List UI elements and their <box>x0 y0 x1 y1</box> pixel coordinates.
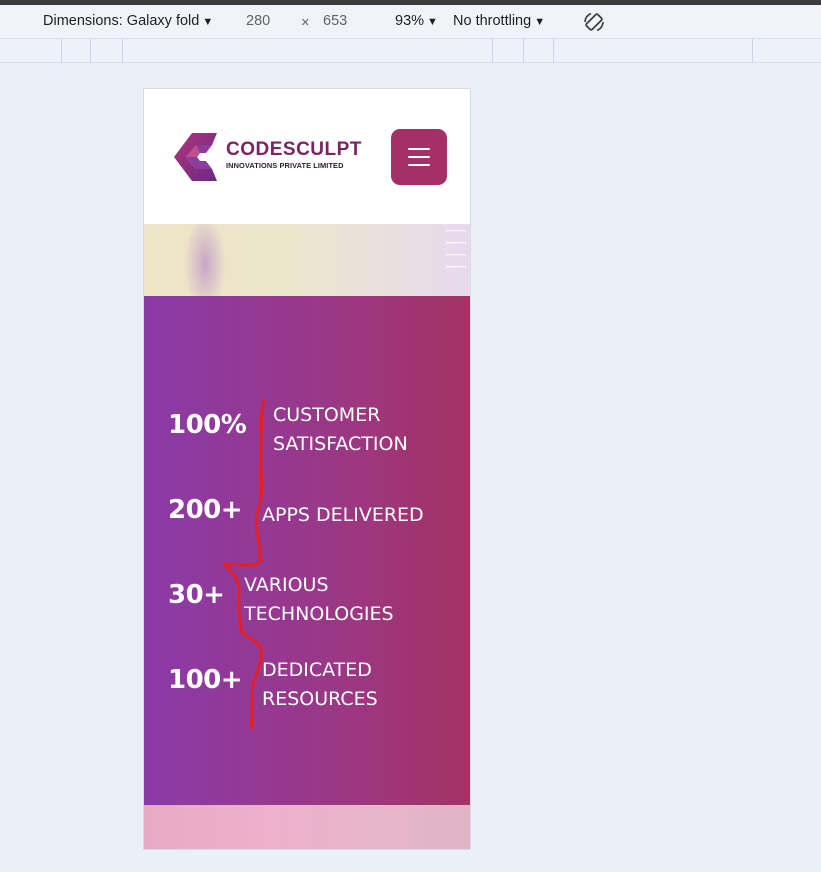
media-query-marker[interactable] <box>553 39 554 62</box>
hamburger-menu-icon-bar <box>408 164 430 167</box>
media-query-marker[interactable] <box>523 39 524 62</box>
dot-pattern-decoration <box>446 230 466 268</box>
hamburger-menu-icon <box>408 148 430 151</box>
hero-decoration <box>184 224 226 296</box>
red-annotation-line <box>222 398 266 730</box>
dimensions-label: Dimensions: Galaxy fold <box>43 13 200 29</box>
throttling-dropdown[interactable]: No throttling ▼ <box>453 13 545 29</box>
times-separator: × <box>301 15 310 31</box>
throttling-label: No throttling <box>453 13 532 29</box>
media-query-marker[interactable] <box>90 39 91 62</box>
hero-banner <box>144 224 470 296</box>
height-input[interactable]: 653 <box>323 13 347 29</box>
media-query-marker[interactable] <box>752 39 753 62</box>
device-viewport: CODESCULPT INNOVATIONS PRIVATE LIMITED 1… <box>143 88 471 850</box>
zoom-caret-icon: ▼ <box>427 16 438 28</box>
stats-section: 100% CUSTOMER SATISFACTION 200+ APPS DEL… <box>144 296 470 805</box>
logo-subtitle: INNOVATIONS PRIVATE LIMITED <box>226 161 344 170</box>
next-section-preview <box>144 805 470 849</box>
logo-name: CODESCULPT <box>226 139 362 160</box>
media-query-marker[interactable] <box>492 39 493 62</box>
media-query-bar <box>0 39 821 63</box>
hamburger-menu-button[interactable] <box>391 129 447 185</box>
site-header: CODESCULPT INNOVATIONS PRIVATE LIMITED <box>144 89 470 224</box>
dimensions-dropdown[interactable]: Dimensions: Galaxy fold ▼ <box>43 13 213 29</box>
media-query-marker[interactable] <box>61 39 62 62</box>
width-input[interactable]: 280 <box>246 13 270 29</box>
zoom-label: 93% <box>395 13 425 29</box>
rotate-device-icon[interactable] <box>582 10 606 34</box>
devtools-device-toolbar: Dimensions: Galaxy fold ▼ 280 × 653 93% ▼ … <box>0 5 821 39</box>
dimensions-caret-icon: ▼ <box>202 16 214 28</box>
zoom-dropdown[interactable]: 93% ▼ <box>395 13 438 29</box>
throttling-caret-icon: ▼ <box>534 16 546 28</box>
codesculpt-logo-icon[interactable] <box>172 131 222 183</box>
media-query-marker[interactable] <box>122 39 123 62</box>
hamburger-menu-icon-bar <box>408 156 430 159</box>
